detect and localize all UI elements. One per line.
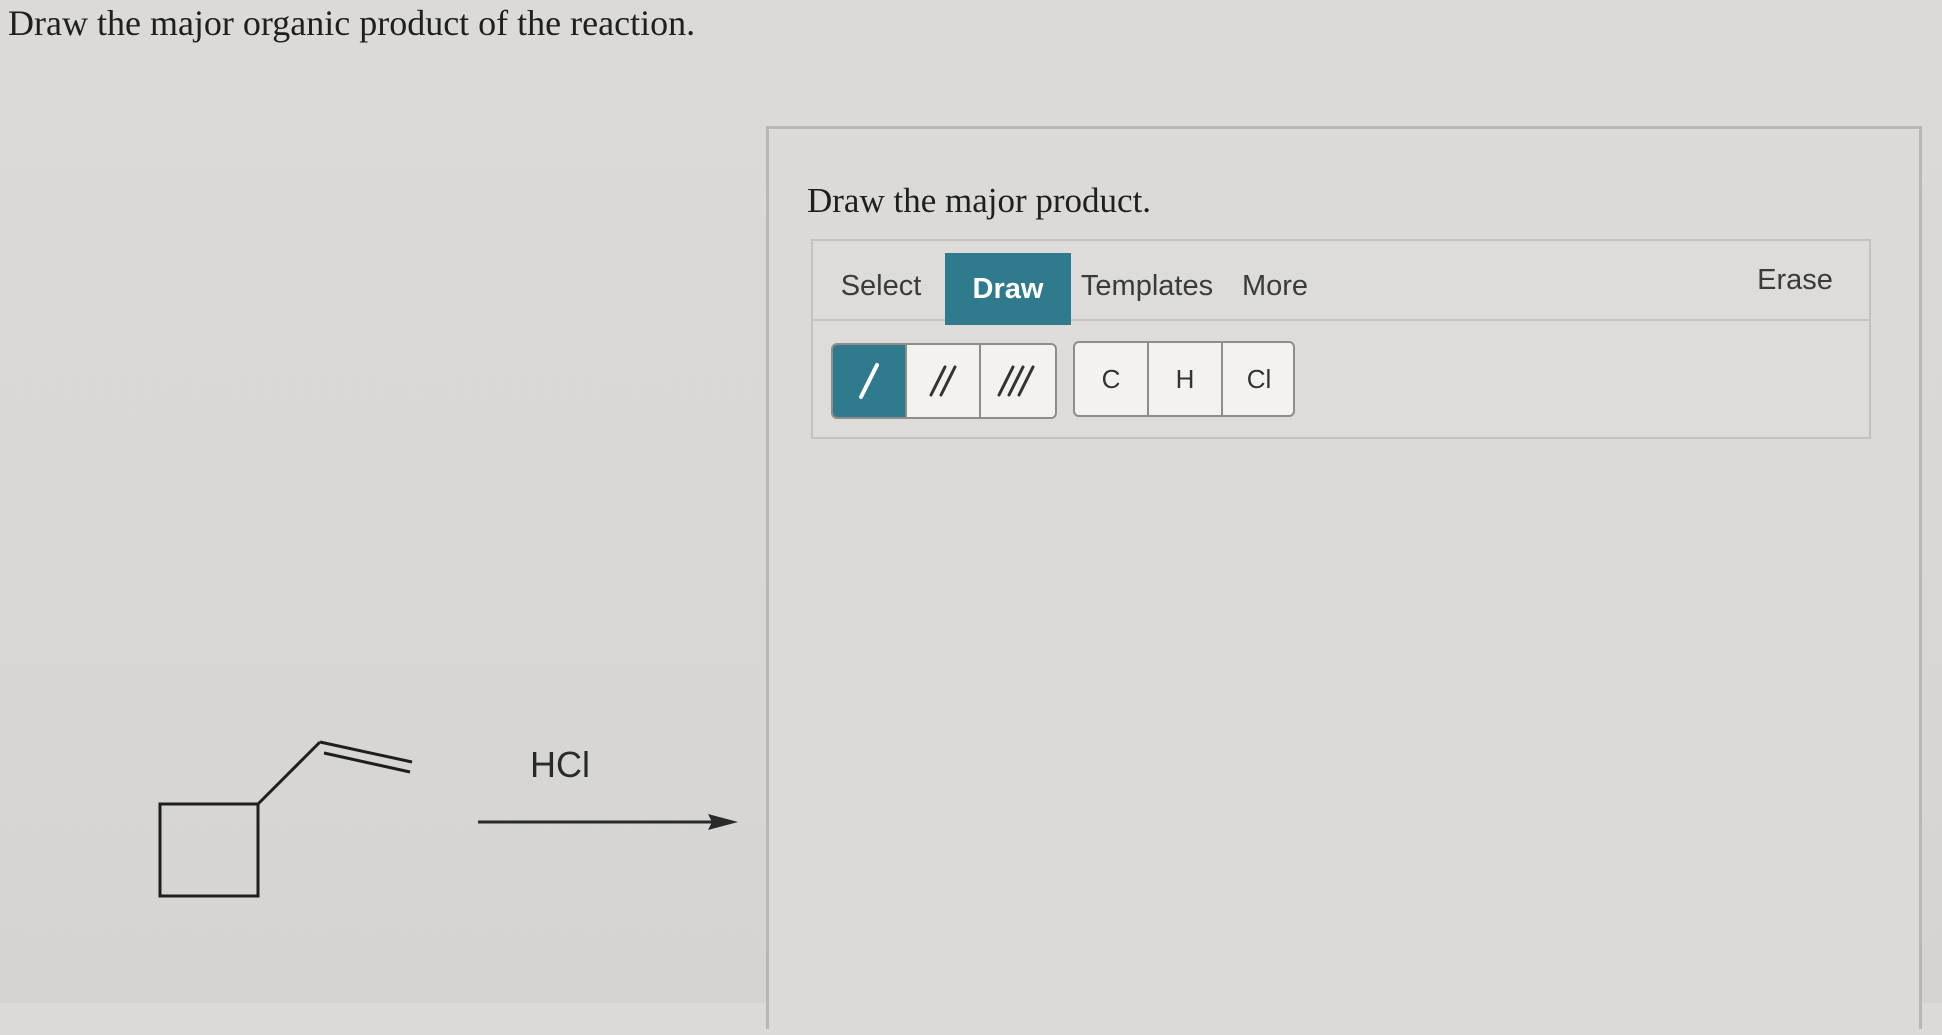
single-bond-icon <box>859 363 879 399</box>
double-bond-button[interactable] <box>907 345 981 417</box>
triple-bond-button[interactable] <box>981 345 1053 417</box>
bond-tool-group <box>831 343 1057 419</box>
tab-select[interactable]: Select <box>831 255 931 317</box>
drawing-canvas[interactable] <box>811 435 1867 1035</box>
answer-panel: Draw the major product. Select Draw Temp… <box>766 126 1922 1029</box>
double-bond-icon <box>929 365 957 397</box>
cyclobutane-ring <box>158 802 260 898</box>
molecule-editor: Select Draw Templates More Erase C H Cl <box>811 239 1871 439</box>
tab-more[interactable]: More <box>1227 255 1323 317</box>
erase-button[interactable]: Erase <box>1747 249 1843 311</box>
vinyl-double-bond-b <box>323 751 411 774</box>
ring-to-vinyl-bond <box>256 740 322 806</box>
editor-toolbar: Select Draw Templates More Erase <box>813 241 1869 325</box>
atom-tool-group: C H Cl <box>1073 341 1295 417</box>
tab-draw[interactable]: Draw <box>945 253 1071 325</box>
atom-h-button[interactable]: H <box>1149 343 1223 415</box>
triple-bond-icon <box>997 365 1035 397</box>
reagent-label: HCl <box>530 744 590 785</box>
reaction-drawing <box>158 740 738 898</box>
atom-cl-button[interactable]: Cl <box>1223 343 1293 415</box>
reaction-arrow-head <box>708 814 738 830</box>
panel-prompt: Draw the major product. <box>807 181 1152 220</box>
reaction-scheme: HCl <box>0 0 760 1003</box>
tab-templates[interactable]: Templates <box>1077 255 1217 317</box>
vinyl-double-bond-a <box>319 740 413 764</box>
atom-c-button[interactable]: C <box>1075 343 1149 415</box>
single-bond-button[interactable] <box>833 345 907 417</box>
